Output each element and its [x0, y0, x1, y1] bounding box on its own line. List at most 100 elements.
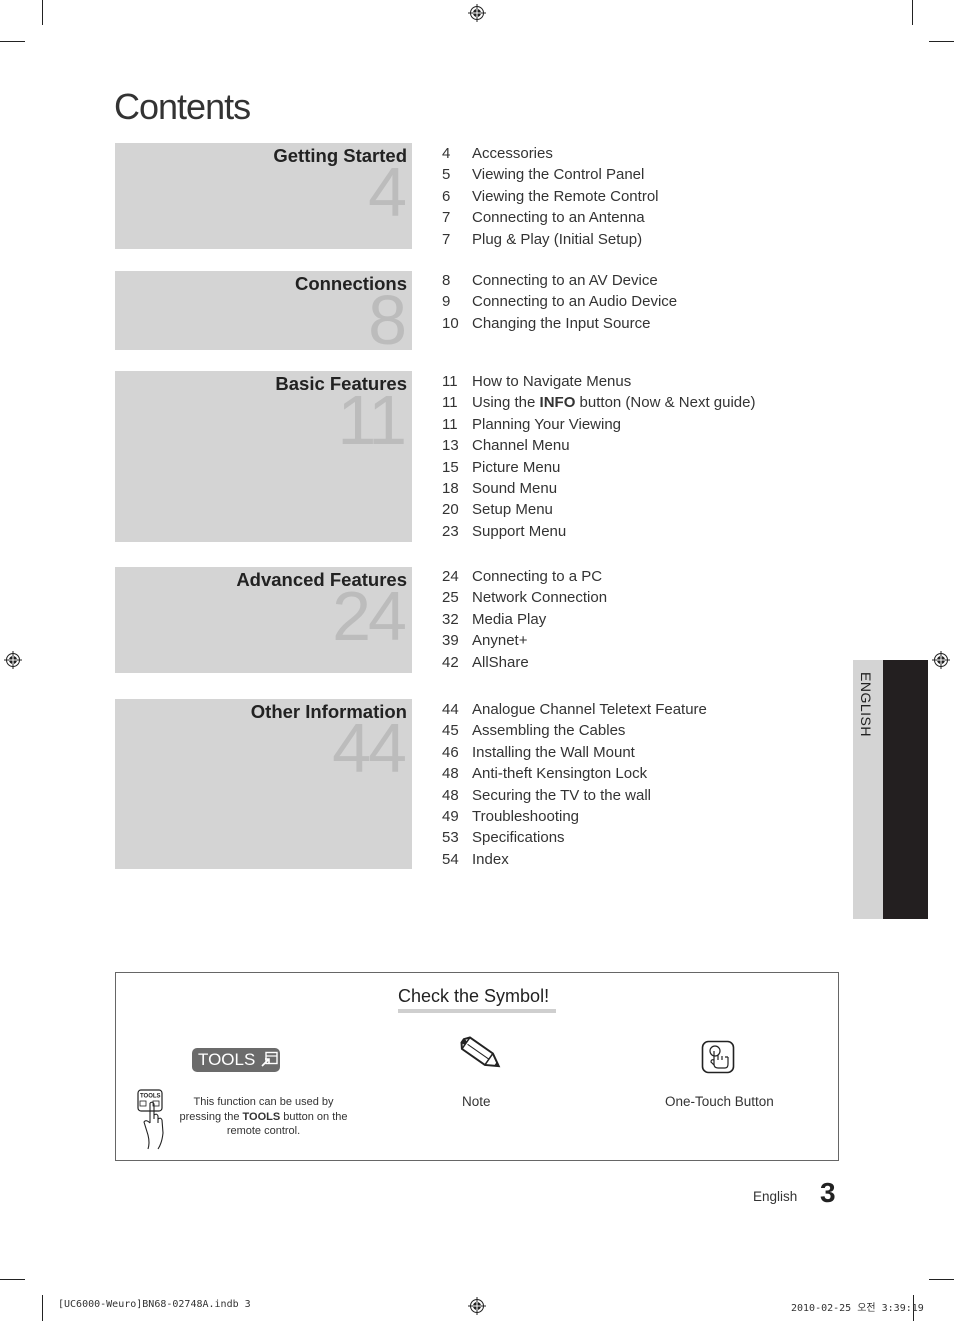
print-slug-datetime: 2010-02-25 오전 3:39:19	[791, 1303, 924, 1314]
toc-entry[interactable]: 7 Plug & Play (Initial Setup)	[442, 229, 659, 250]
toc-title: Setup Menu	[472, 501, 553, 519]
section-start-page: 8	[368, 281, 407, 359]
toc-entry[interactable]: 48 Securing the TV to the wall	[442, 785, 707, 806]
toc-title: Troubleshooting	[472, 807, 580, 825]
toc-entry[interactable]: 46 Installing the Wall Mount	[442, 742, 707, 763]
info-keyword: INFO	[539, 394, 576, 412]
section-box-advanced-features: Advanced Features 24	[115, 567, 412, 673]
toc-entry[interactable]: 25 Network Connection	[442, 587, 607, 608]
toc-entry[interactable]: 39 Anynet+	[442, 630, 607, 651]
section-box-basic-features: Basic Features 11	[115, 371, 412, 542]
toc-entry[interactable]: 11 Using the INFO button (Now & Next guid…	[442, 392, 755, 413]
toc-title: Connecting to an Audio Device	[472, 293, 678, 311]
toc-page: 54	[442, 850, 459, 868]
toc-entry[interactable]: 15 Picture Menu	[442, 457, 755, 478]
toc-page: 24	[442, 568, 459, 585]
toc-title: Media Play	[472, 610, 547, 628]
registration-mark-icon	[468, 1297, 486, 1315]
crop-mark	[0, 1279, 25, 1280]
toc-page: 49	[442, 807, 459, 825]
toc-page: 11	[442, 373, 458, 390]
crop-mark	[929, 1279, 954, 1280]
note-label: Note	[462, 1094, 491, 1109]
toc-title: Viewing the Control Panel	[472, 166, 645, 184]
toc-page: 46	[442, 743, 459, 761]
toc-entry[interactable]: 5 Viewing the Control Panel	[442, 164, 659, 185]
toc-title: Viewing the Remote Control	[472, 187, 659, 205]
toc-title: How to Navigate Menus	[472, 373, 632, 390]
toc-title: Support Menu	[472, 522, 567, 540]
toc-entry[interactable]: 20 Setup Menu	[442, 499, 755, 520]
toc-title: Specifications	[472, 829, 565, 847]
toc-entry[interactable]: 11 Planning Your Viewing	[442, 414, 755, 435]
section-box-other-information: Other Information 44	[115, 699, 412, 869]
toc-page: 25	[442, 589, 459, 607]
toc-list-connections: 8 Connecting to an AV Device 9 Connecting …	[442, 270, 677, 334]
toc-title: Picture Menu	[472, 458, 561, 476]
toc-entry[interactable]: 9 Connecting to an Audio Device	[442, 291, 677, 312]
toc-title: Assembling the Cables	[472, 722, 626, 740]
toc-title: Index	[472, 850, 509, 868]
toc-entry[interactable]: 4 Accessories	[442, 143, 659, 164]
toc-entry[interactable]: 10 Changing the Input Source	[442, 313, 677, 334]
toc-page: 10	[442, 314, 459, 332]
toc-page: 48	[442, 786, 459, 804]
toc-entry[interactable]: 11 How to Navigate Menus	[442, 371, 755, 392]
toc-page: 20	[442, 501, 459, 519]
toc-page: 32	[442, 610, 459, 628]
note-pencil-icon	[460, 1036, 501, 1068]
toc-page: 6	[442, 187, 451, 205]
toc-list-advanced-features: 24 Connecting to a PC 25 Network Connectio…	[442, 566, 607, 673]
language-tab-label: ENGLISH	[858, 672, 874, 737]
language-tab-bar	[883, 660, 928, 919]
toc-entry[interactable]: 54 Index	[442, 849, 707, 870]
toc-page: 8	[442, 272, 451, 289]
registration-mark-icon	[468, 4, 486, 22]
toc-title: Connecting to an AV Device	[472, 272, 658, 289]
toc-page: 7	[442, 209, 451, 227]
toc-entry[interactable]: 8 Connecting to an AV Device	[442, 270, 677, 291]
toc-entry[interactable]: 49 Troubleshooting	[442, 806, 707, 827]
toc-entry[interactable]: 45 Assembling the Cables	[442, 720, 707, 741]
toc-title: Connecting to a PC	[472, 568, 603, 585]
toc-entry[interactable]: 6 Viewing the Remote Control	[442, 186, 659, 207]
one-touch-button-icon	[701, 1040, 735, 1074]
toc-page: 44	[442, 701, 459, 718]
toc-entry[interactable]: 44 Analogue Channel Teletext Feature	[442, 699, 707, 720]
toc-title-post: button (Now & Next guide)	[575, 394, 756, 412]
toc-page: 11	[442, 394, 458, 412]
toc-title: Plug & Play (Initial Setup)	[472, 230, 643, 248]
toc-page: 13	[442, 437, 459, 455]
toc-list-other-information: 44 Analogue Channel Teletext Feature 45 As…	[442, 699, 707, 870]
toc-entry[interactable]: 53 Specifications	[442, 827, 707, 848]
toc-entry[interactable]: 13 Channel Menu	[442, 435, 755, 456]
toc-page: 11	[442, 415, 458, 433]
toc-title: Channel Menu	[472, 437, 570, 455]
toc-entry[interactable]: 23 Support Menu	[442, 521, 755, 542]
page-title: Contents	[114, 86, 251, 127]
toc-page: 45	[442, 722, 459, 740]
toc-title: Sound Menu	[472, 479, 558, 497]
section-box-getting-started: Getting Started 4	[115, 143, 412, 249]
toc-entry[interactable]: 42 AllShare	[442, 652, 607, 673]
toc-page: 39	[442, 632, 459, 650]
tools-badge-label: TOOLS	[198, 1050, 256, 1069]
toc-page: 18	[442, 479, 459, 497]
toc-entry[interactable]: 24 Connecting to a PC	[442, 566, 607, 587]
toc-page: 15	[442, 458, 459, 476]
toc-entry[interactable]: 48 Anti-theft Kensington Lock	[442, 763, 707, 784]
crop-mark	[42, 0, 43, 25]
toc-title: Securing the TV to the wall	[472, 786, 651, 804]
check-symbol-title: Check the Symbol!	[398, 986, 550, 1006]
toc-page: 9	[442, 293, 451, 311]
toc-entry[interactable]: 32 Media Play	[442, 609, 607, 630]
section-start-page: 44	[332, 709, 407, 787]
toc-page: 5	[442, 166, 451, 184]
toc-entry[interactable]: 7 Connecting to an Antenna	[442, 207, 659, 228]
toc-entry[interactable]: 18 Sound Menu	[442, 478, 755, 499]
toc-title: Installing the Wall Mount	[472, 743, 635, 761]
remote-tools-label: TOOLS	[140, 1094, 161, 1100]
footer-language: English	[753, 1189, 798, 1204]
toc-title: Network Connection	[472, 589, 608, 607]
one-touch-label: One-Touch Button	[665, 1094, 774, 1109]
